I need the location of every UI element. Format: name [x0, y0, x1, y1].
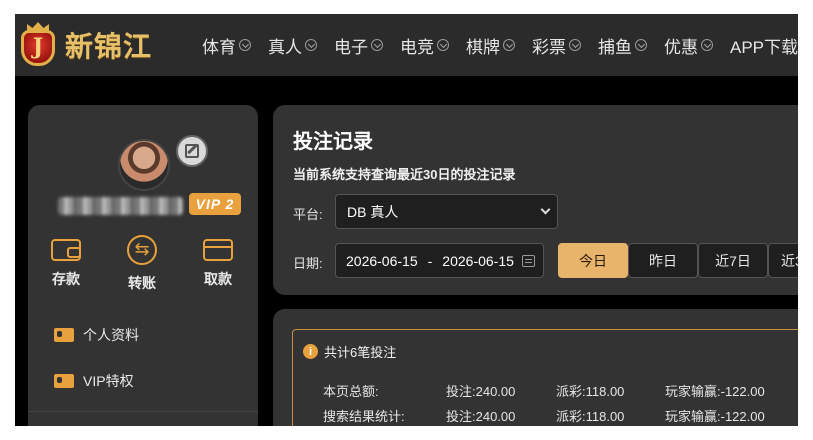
- edit-profile-button[interactable]: [176, 135, 208, 167]
- logo-badge-icon: J: [17, 22, 59, 68]
- transfer-label: 转账: [128, 275, 156, 291]
- chevron-down-icon: [437, 39, 449, 51]
- date-label: 日期:: [293, 256, 323, 271]
- divider: [28, 411, 258, 412]
- payout-amount: 派彩:118.00: [556, 409, 625, 424]
- sidebar-item-label: VIP特权: [83, 373, 134, 389]
- logo-text: 新锦江: [65, 30, 153, 63]
- page-title: 投注记录: [293, 131, 373, 153]
- chevron-down-icon: [635, 39, 647, 51]
- chevron-down-icon: [569, 39, 581, 51]
- top-nav-bar: J 新锦江 体育 真人 电子 电竞 棋牌 彩票 捕鱼 优惠 APP下载: [15, 14, 798, 76]
- bet-summary-panel: i 共计6笔投注 本页总额: 投注:240.00 派彩:118.00 玩家输赢:…: [273, 309, 798, 426]
- nav-item-app-download[interactable]: APP下载: [730, 33, 798, 58]
- edit-icon: [185, 144, 199, 158]
- transfer-icon: [127, 235, 157, 265]
- info-icon: i: [303, 344, 318, 359]
- deposit-label: 存款: [52, 271, 80, 287]
- nav-item-esports[interactable]: 电竞: [400, 33, 449, 58]
- wallet-actions: 存款 转账 取款: [28, 235, 258, 293]
- sidebar-item-label: 个人资料: [83, 327, 139, 343]
- bet-records-panel: 投注记录 当前系统支持查询最近30日的投注记录 平台: DB 真人 日期: 20…: [273, 105, 798, 295]
- nav-item-live-casino[interactable]: 真人: [268, 33, 317, 58]
- summary-header: i 共计6笔投注: [303, 342, 396, 361]
- sidebar-item-vip[interactable]: VIP特权: [54, 371, 134, 391]
- summary-count: 共计6笔投注: [324, 345, 397, 360]
- nav-item-fishing[interactable]: 捕鱼: [598, 33, 647, 58]
- platform-select[interactable]: DB 真人: [335, 194, 558, 229]
- site-logo[interactable]: J 新锦江: [15, 14, 180, 76]
- card-icon: [203, 239, 233, 261]
- chevron-down-icon: [305, 39, 317, 51]
- vip-card-icon: [54, 374, 74, 388]
- chevron-down-icon: [701, 39, 713, 51]
- chevron-down-icon: [371, 39, 383, 51]
- date-start[interactable]: 2026-06-15: [346, 253, 418, 269]
- range-yesterday-button[interactable]: 昨日: [628, 243, 698, 278]
- withdraw-button[interactable]: 取款: [180, 235, 256, 293]
- nav-item-cards[interactable]: 棋牌: [466, 33, 515, 58]
- range-7days-button[interactable]: 近7日: [698, 243, 768, 278]
- winloss-amount: 玩家输赢:-122.00: [665, 409, 765, 424]
- bet-amount: 投注:240.00: [446, 409, 516, 424]
- vip-level-badge: VIP 2: [189, 193, 241, 215]
- date-range-picker[interactable]: 2026-06-15 - 2026-06-15: [335, 243, 544, 278]
- nav-item-slots[interactable]: 电子: [334, 33, 383, 58]
- chevron-down-icon: [503, 39, 515, 51]
- chevron-down-icon: [540, 204, 551, 215]
- range-today-button[interactable]: 今日: [558, 243, 628, 278]
- app-frame: J 新锦江 体育 真人 电子 电竞 棋牌 彩票 捕鱼 优惠 APP下载 VIP …: [15, 14, 798, 426]
- calendar-icon[interactable]: [522, 255, 535, 267]
- transfer-button[interactable]: 转账: [104, 235, 180, 293]
- chevron-down-icon: [239, 39, 251, 51]
- date-end[interactable]: 2026-06-15: [442, 253, 514, 269]
- summary-box: i 共计6笔投注 本页总额: 投注:240.00 派彩:118.00 玩家输赢:…: [292, 329, 798, 426]
- nav-item-sports[interactable]: 体育: [202, 33, 251, 58]
- username-blurred: [58, 197, 183, 215]
- platform-label: 平台:: [293, 207, 323, 222]
- date-separator: -: [427, 252, 433, 269]
- winloss-amount: 玩家输赢:-122.00: [665, 384, 765, 399]
- row-label: 搜索结果统计:: [323, 409, 405, 424]
- nav-item-lottery[interactable]: 彩票: [532, 33, 581, 58]
- range-30days-button[interactable]: 近3: [768, 243, 798, 278]
- platform-selected-value: DB 真人: [347, 203, 399, 220]
- sidebar-item-profile[interactable]: 个人资料: [54, 325, 139, 345]
- row-label: 本页总额:: [323, 384, 379, 399]
- user-sidebar: VIP 2 存款 转账 取款 个人资料 VIP特权: [28, 105, 258, 426]
- nav-item-promotions[interactable]: 优惠: [664, 33, 713, 58]
- withdraw-label: 取款: [204, 271, 232, 287]
- payout-amount: 派彩:118.00: [556, 384, 625, 399]
- main-nav: 体育 真人 电子 电竞 棋牌 彩票 捕鱼 优惠 APP下载: [202, 14, 798, 76]
- deposit-button[interactable]: 存款: [28, 235, 104, 293]
- records-description: 当前系统支持查询最近30日的投注记录: [293, 167, 516, 182]
- wallet-icon: [51, 239, 81, 261]
- profile-card-icon: [54, 328, 74, 342]
- bet-amount: 投注:240.00: [446, 384, 516, 399]
- avatar[interactable]: [118, 139, 170, 191]
